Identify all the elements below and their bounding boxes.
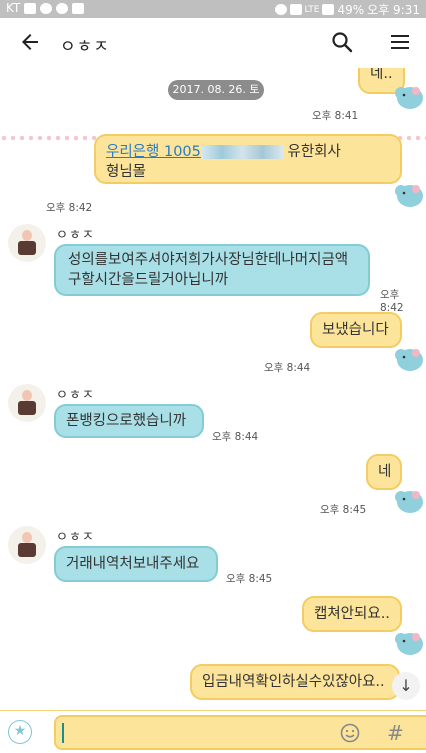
message-time: 오후 8:42	[380, 289, 404, 314]
bank-account-link[interactable]: 우리은행 1005	[106, 144, 201, 160]
message-bubble[interactable]: 캡쳐안되요..	[302, 596, 402, 632]
battery-label: 49%	[337, 2, 365, 17]
carrier-label: KT	[6, 1, 21, 15]
network-type-label: LTE	[304, 4, 320, 15]
message-bubble[interactable]: 네	[366, 454, 402, 490]
signal-icon	[322, 4, 335, 15]
clock-label: 오후 9:31	[367, 3, 420, 17]
message-time: 오후 8:44	[264, 362, 311, 374]
elephant-emoticon-icon	[395, 185, 423, 207]
message-time: 오후 8:45	[320, 504, 367, 516]
elephant-emoticon-icon	[395, 349, 423, 371]
gallery-icon	[72, 2, 85, 14]
message-bubble[interactable]: 폰뱅킹으로했습니까	[54, 404, 204, 438]
message-text: 거래내역처보내주세요	[66, 556, 200, 572]
message-bubble[interactable]: 우리은행 1005 유한회사 형님몰	[94, 134, 402, 184]
hamburger-menu-icon[interactable]	[388, 30, 412, 54]
sender-name: ㅇㅎㅈ	[56, 388, 95, 403]
alarm-clock-icon	[274, 4, 287, 15]
star-icon[interactable]: ★	[8, 720, 32, 744]
sender-name: ㅇㅎㅈ	[56, 228, 95, 243]
chat-header: ㅇㅎㅈ	[0, 18, 426, 68]
back-arrow-icon[interactable]	[18, 30, 42, 54]
message-text: 성의를보여주셔야저희가사장님한테나머지금액구할시간을드릴거아닙니까	[68, 252, 349, 288]
sender-avatar[interactable]	[8, 526, 46, 564]
message-icon	[24, 2, 37, 14]
message-text: 캡쳐안되요..	[314, 606, 390, 622]
message-text: 네	[378, 464, 392, 480]
sender-name: ㅇㅎㅈ	[56, 530, 95, 545]
message-bubble[interactable]: 거래내역처보내주세요	[54, 546, 218, 582]
message-time: 오후 8:44	[212, 431, 259, 443]
message-text: 보냈습니다	[322, 322, 389, 338]
text-cursor	[62, 723, 64, 743]
sync-icon	[56, 2, 69, 14]
scroll-down-button[interactable]: ↓	[392, 672, 420, 700]
message-bubble[interactable]: 성의를보여주셔야저희가사장님한테나머지금액구할시간을드릴거아닙니까	[54, 244, 370, 296]
elephant-emoticon-icon	[395, 87, 423, 109]
message-text: 유한회사	[287, 144, 341, 160]
chat-log[interactable]: 네.. 2017. 08. 26. 토 오후 8:41 우리은행 1005 유한…	[0, 68, 426, 710]
sender-avatar[interactable]	[8, 384, 46, 422]
alarm-icon	[40, 2, 53, 14]
search-icon[interactable]	[330, 30, 354, 54]
smiley-icon[interactable]	[340, 723, 360, 743]
chat-title: ㅇㅎㅈ	[60, 37, 110, 57]
message-input[interactable]	[54, 715, 426, 750]
message-text: 네..	[370, 68, 393, 82]
elephant-emoticon-icon	[395, 633, 423, 655]
sender-avatar[interactable]	[8, 224, 46, 262]
message-time: 오후 8:45	[226, 573, 273, 585]
elephant-emoticon-icon	[395, 491, 423, 513]
message-input-bar: ★ #	[0, 710, 426, 753]
hash-button[interactable]: #	[387, 721, 404, 745]
message-text-line2: 형님몰	[106, 164, 147, 180]
message-bubble[interactable]: 보냈습니다	[310, 312, 402, 348]
message-time: 오후 8:41	[312, 110, 359, 122]
status-bar: KT LTE 49% 오후 9:31	[0, 0, 426, 18]
message-time: 오후 8:42	[46, 202, 93, 214]
hd-icon	[289, 4, 302, 15]
redacted-account-number	[200, 145, 283, 159]
message-text: 폰뱅킹으로했습니까	[66, 413, 187, 429]
message-text: 입금내역확인하실수있잖아요..	[202, 674, 385, 690]
message-bubble[interactable]: 입금내역확인하실수있잖아요..	[190, 664, 400, 700]
date-divider: 2017. 08. 26. 토	[168, 80, 264, 100]
